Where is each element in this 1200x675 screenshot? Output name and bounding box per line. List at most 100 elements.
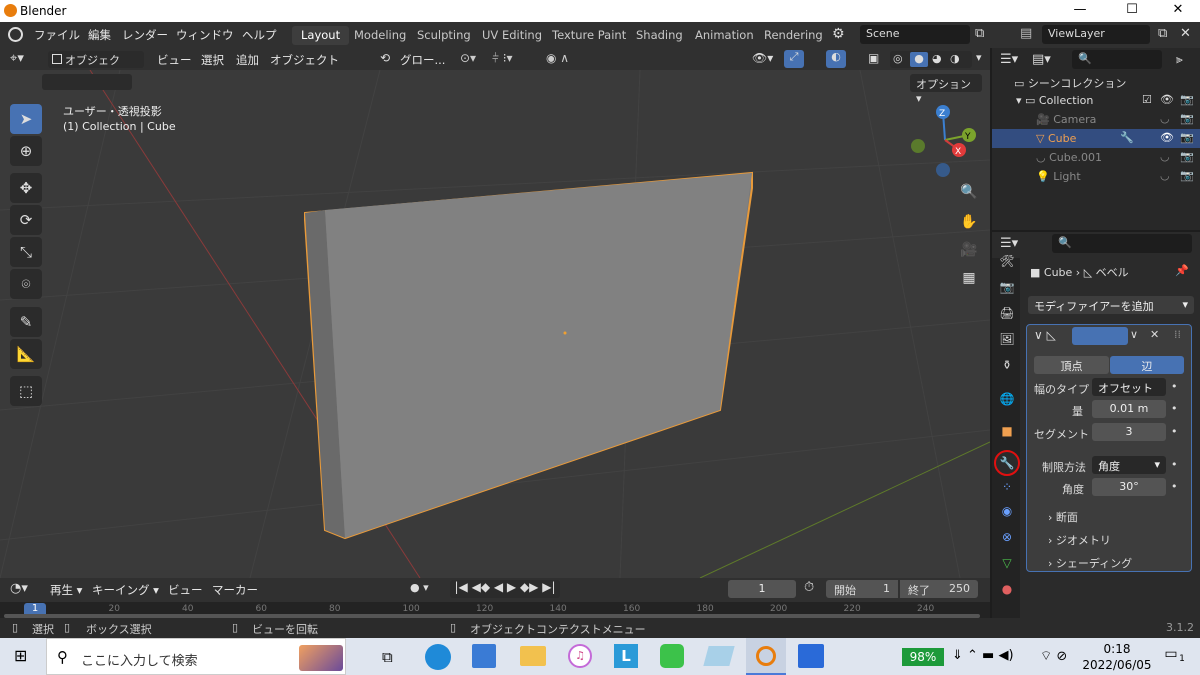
zoom-icon[interactable]: 🔍 xyxy=(955,178,983,206)
menu-object[interactable]: オブジェクト xyxy=(270,52,339,68)
menu-add[interactable]: 追加 xyxy=(236,52,259,68)
copy-scene-icon[interactable]: ⧉ xyxy=(975,26,984,41)
end-frame-field[interactable]: 終了 250 xyxy=(900,580,978,598)
record-icon[interactable]: ● ▾ xyxy=(410,581,429,594)
outliner-scene-collection[interactable]: ▭ シーンコレクション xyxy=(992,72,1200,91)
outliner-item-collection[interactable]: ▾ ▭ Collection ☑ 👁 📷 xyxy=(992,91,1200,110)
blender-menu-icon[interactable] xyxy=(8,27,23,42)
segments-field[interactable]: 3 xyxy=(1092,423,1166,441)
annotate-tool-icon[interactable]: ✎ xyxy=(10,307,42,337)
eye-icon[interactable]: 👁 xyxy=(1160,93,1174,106)
keyframe-dot-icon[interactable]: • xyxy=(1171,480,1178,493)
width-type-dropdown[interactable]: オフセット ▾ xyxy=(1092,378,1166,409)
outliner-item-light[interactable]: 💡 Light ◡ 📷 xyxy=(992,167,1200,186)
transform-tool-icon[interactable]: ⌾ xyxy=(10,269,42,299)
menu-file[interactable]: ファイル xyxy=(34,27,80,43)
camera-render-icon[interactable]: 📷 xyxy=(1180,93,1194,106)
modifier-tab-icon[interactable]: 🔧 xyxy=(994,450,1020,476)
keyframe-dot-icon[interactable]: • xyxy=(1171,425,1178,438)
visibility-icon[interactable]: 👁▾ xyxy=(752,51,773,65)
add-cube-tool-icon[interactable]: ⬚ xyxy=(10,376,42,406)
object-tab-icon[interactable]: ■ xyxy=(998,422,1016,440)
rotate-tool-icon[interactable]: ⟳ xyxy=(10,205,42,235)
line-app-icon[interactable] xyxy=(660,644,684,668)
tab-animation[interactable]: Animation xyxy=(686,26,763,45)
scale-tool-icon[interactable]: ⤡ xyxy=(10,237,42,267)
keyframe-dot-icon[interactable]: • xyxy=(1171,380,1178,393)
scene-icon[interactable]: ⚙ xyxy=(832,26,845,42)
keying-menu[interactable]: キーイング ▾ xyxy=(92,582,159,598)
scene-tab-icon[interactable]: ⚱ xyxy=(998,356,1016,374)
camera-render-icon[interactable]: 📷 xyxy=(1180,150,1194,163)
timeline-view-menu[interactable]: ビュー xyxy=(168,582,203,598)
outliner-search[interactable]: 🔍 xyxy=(1072,50,1162,69)
tab-vertex[interactable]: 頂点 xyxy=(1034,356,1109,374)
tab-edge[interactable]: 辺 xyxy=(1110,356,1184,374)
battery-indicator[interactable]: 98% xyxy=(902,648,944,666)
output-tab-icon[interactable]: 🖨 xyxy=(998,304,1016,322)
tab-sculpting[interactable]: Sculpting xyxy=(408,26,480,45)
blender-taskbar-button[interactable] xyxy=(746,638,786,675)
network-icons[interactable]: ⌔ ⊘ xyxy=(1040,648,1067,664)
eye-closed-icon[interactable]: ◡ xyxy=(1160,112,1170,125)
pan-hand-icon[interactable]: ✋ xyxy=(955,208,983,236)
timeline-type-icon[interactable]: ◔▾ xyxy=(10,581,28,596)
taskbar-search[interactable]: ⚲ ここに入力して検索 xyxy=(46,638,346,675)
delete-modifier-icon[interactable]: ✕ xyxy=(1150,328,1159,341)
task-view-icon[interactable]: ⧉ xyxy=(382,648,393,666)
tab-modeling[interactable]: Modeling xyxy=(345,26,415,45)
tab-shading[interactable]: Shading xyxy=(627,26,692,45)
limit-method-dropdown[interactable]: 角度 ▾ xyxy=(1092,456,1166,474)
material-tab-icon[interactable]: ● xyxy=(998,580,1016,598)
navigation-gizmo[interactable]: Z Y X xyxy=(905,100,985,180)
pin-icon[interactable]: 📌 xyxy=(1175,264,1189,277)
keyframe-dot-icon[interactable]: • xyxy=(1171,402,1178,415)
view-layer-tab-icon[interactable]: 🖼 xyxy=(998,330,1016,348)
data-tab-icon[interactable]: ▽ xyxy=(998,554,1016,572)
eye-closed-icon[interactable]: ◡ xyxy=(1160,150,1170,163)
drag-handle-icon[interactable]: ⁞⁞ xyxy=(1174,328,1181,341)
maximize-button[interactable]: ☐ xyxy=(1112,2,1152,17)
clock-time[interactable]: 0:18 xyxy=(1082,642,1152,656)
itunes-icon[interactable]: ♫ xyxy=(568,644,592,668)
render-tab-icon[interactable]: 📷 xyxy=(998,278,1016,296)
3d-viewport[interactable]: ユーザー・透視投影 (1) Collection | Cube オプション ▾ … xyxy=(0,70,990,578)
collapse-arrow-icon[interactable]: ∨ ◺ xyxy=(1034,328,1056,342)
rendered-shading-icon[interactable]: ◑ xyxy=(950,52,960,65)
constraints-tab-icon[interactable]: ⊗ xyxy=(998,528,1016,546)
xray-icon[interactable]: ▣ xyxy=(868,51,879,65)
eye-closed-icon[interactable]: ◡ xyxy=(1160,169,1170,182)
edge-browser-icon[interactable] xyxy=(425,644,451,670)
current-frame-field[interactable]: 1 xyxy=(728,580,796,598)
app-l-icon[interactable]: L xyxy=(614,644,638,668)
modifier-visibility-buttons[interactable] xyxy=(1072,327,1128,345)
physics-tab-icon[interactable]: ◉ xyxy=(998,502,1016,520)
marker-menu[interactable]: マーカー xyxy=(212,582,258,598)
editor-type-icon[interactable]: ⌖▾ xyxy=(10,51,24,66)
store-icon[interactable] xyxy=(472,644,496,668)
menu-view[interactable]: ビュー xyxy=(157,52,192,68)
transform-orientation-icon[interactable]: ⟲ xyxy=(380,51,390,65)
menu-window[interactable]: ウィンドウ xyxy=(176,27,234,43)
properties-search[interactable]: 🔍 xyxy=(1052,234,1192,253)
camera-view-icon[interactable]: 🎥 xyxy=(955,236,983,264)
amount-field[interactable]: 0.01 m xyxy=(1092,400,1166,418)
remove-viewlayer-icon[interactable]: ✕ xyxy=(1180,26,1191,41)
orientation-dropdown[interactable]: グロー... xyxy=(400,52,445,68)
menu-select[interactable]: 選択 xyxy=(201,52,224,68)
menu-render[interactable]: レンダー xyxy=(122,27,168,43)
shading-options-icon[interactable]: ▾ xyxy=(976,51,982,64)
eye-icon[interactable]: 👁 xyxy=(1160,131,1174,144)
angle-field[interactable]: 30° xyxy=(1092,478,1166,496)
cursor-tool-icon[interactable]: ⊕ xyxy=(10,136,42,166)
ortho-grid-icon[interactable]: ▦ xyxy=(955,264,983,292)
section-shading[interactable]: › シェーディング xyxy=(1048,555,1132,571)
viewlayer-icon[interactable]: ▤ xyxy=(1020,26,1032,41)
close-button[interactable]: ✕ xyxy=(1158,2,1198,17)
mode-dropdown[interactable]: オブジェクト... xyxy=(48,51,144,83)
tab-texture-paint[interactable]: Texture Paint xyxy=(543,26,635,45)
snap-icon[interactable]: ⫩ ⁝▾ xyxy=(492,51,513,66)
checkbox-icon[interactable]: ☑ xyxy=(1142,93,1152,106)
wireframe-shading-icon[interactable]: ◎ xyxy=(893,52,903,65)
outliner-item-cube[interactable]: ▽ Cube 🔧 👁 📷 xyxy=(992,129,1200,148)
